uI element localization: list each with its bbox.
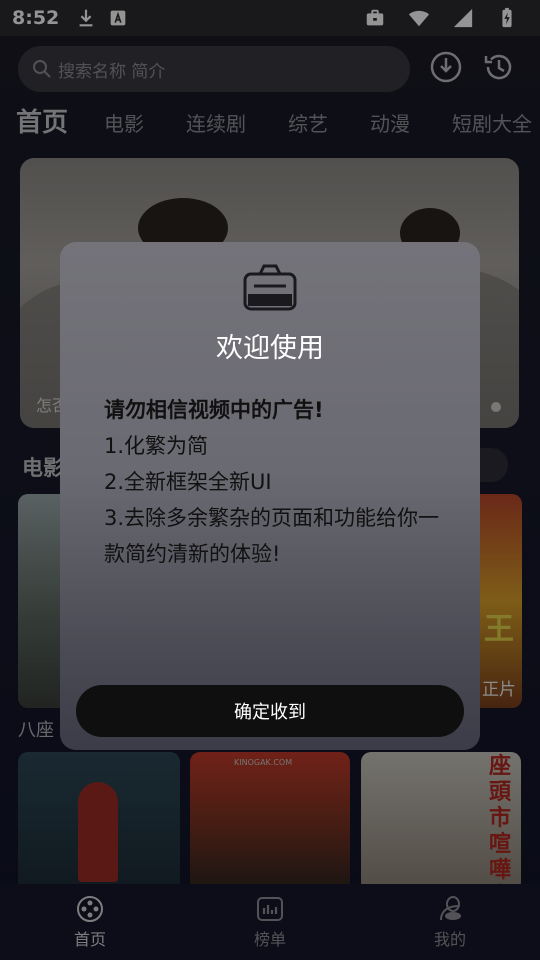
confirm-button[interactable]: 确定收到 <box>76 685 464 737</box>
dialog-warning: 请勿相信视频中的广告! <box>104 398 324 422</box>
dialog-line: 2.全新框架全新UI <box>104 470 272 494</box>
dialog-title: 欢迎使用 <box>216 333 324 364</box>
welcome-dialog: 欢迎使用 请勿相信视频中的广告! 1.化繁为简 2.全新框架全新UI 3.去除多… <box>60 242 480 750</box>
notice-box-icon <box>243 264 297 311</box>
dialog-body: 请勿相信视频中的广告! 1.化繁为简 2.全新框架全新UI 3.去除多余繁杂的页… <box>104 392 444 572</box>
dialog-line: 3.去除多余繁杂的页面和功能给你一款简约清新的体验! <box>104 506 440 566</box>
dialog-line: 1.化繁为简 <box>104 434 209 458</box>
